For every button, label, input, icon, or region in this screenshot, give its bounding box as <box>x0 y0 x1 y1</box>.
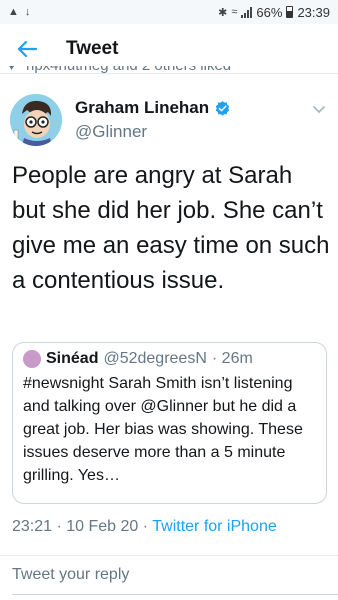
signal-icon <box>241 6 253 18</box>
tweet-author-row: Graham Linehan @Glinner <box>0 90 338 150</box>
page-title: Tweet <box>66 37 119 59</box>
author-name: Graham Linehan <box>75 98 210 117</box>
status-left: ▲ ↓ <box>8 6 30 18</box>
avatar <box>23 350 41 368</box>
tweet-source-link[interactable]: Twitter for iPhone <box>152 518 277 535</box>
status-bar: ▲ ↓ ✱ ≈ 66% 23:39 <box>0 0 338 24</box>
chevron-down-icon <box>313 106 325 114</box>
author-name-line[interactable]: Graham Linehan <box>75 98 231 118</box>
tweet-menu-button[interactable] <box>312 102 326 120</box>
notification-icon: ▲ <box>8 6 19 18</box>
reply-input-underline <box>12 594 338 595</box>
heart-icon: ♥ <box>8 66 16 73</box>
reply-input[interactable]: Tweet your reply <box>12 566 129 584</box>
avatar[interactable] <box>10 94 62 146</box>
avatar-cartoon-icon <box>10 94 62 146</box>
download-icon: ↓ <box>24 6 31 18</box>
status-right: ✱ ≈ 66% 23:39 <box>218 5 330 20</box>
quoted-author-name: Sinéad <box>46 350 99 367</box>
tweet-body: People are angry at Sarah but she did he… <box>12 162 330 294</box>
verified-badge-icon <box>215 100 230 116</box>
liked-by-banner[interactable]: ♥ hpx4nutmeg and 2 others liked <box>0 66 338 78</box>
quoted-tweet-header: Sinéad @52degreesN · 26m <box>23 350 316 368</box>
back-arrow-icon <box>17 40 37 57</box>
liked-by-text: hpx4nutmeg and 2 others liked <box>26 66 231 74</box>
wifi-icon: ≈ <box>231 6 238 18</box>
quoted-tweet-card[interactable]: Sinéad @52degreesN · 26m #newsnight Sara… <box>12 342 327 504</box>
author-handle[interactable]: @Glinner <box>75 122 147 142</box>
battery-icon <box>286 6 294 18</box>
tweet-meta: 23:21 · 10 Feb 20 · Twitter for iPhone <box>12 518 277 536</box>
clock: 23:39 <box>297 4 330 20</box>
bluetooth-icon: ✱ <box>218 6 228 19</box>
quoted-tweet-age: · 26m <box>211 350 253 367</box>
quoted-author-handle: @52degreesN <box>103 350 207 367</box>
divider <box>0 555 338 556</box>
tweet-timestamp: 23:21 · 10 Feb 20 · <box>12 518 153 535</box>
battery-percent: 66% <box>256 4 283 20</box>
quoted-tweet-body: #newsnight Sarah Smith isn’t listening a… <box>23 375 303 484</box>
